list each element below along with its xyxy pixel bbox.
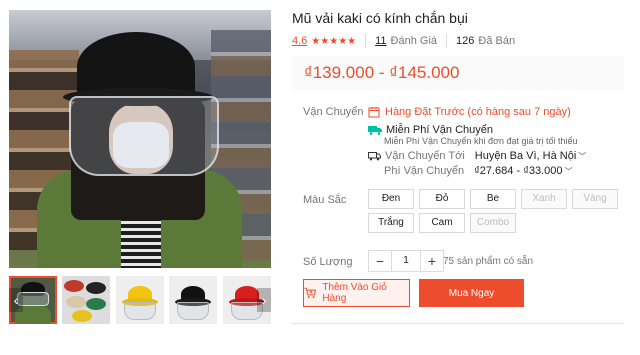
rating-value[interactable]: 4.6 [292, 35, 307, 47]
quantity-label: Số Lượng [303, 256, 353, 268]
price-range: ₫139.000 - ₫145.000 [304, 63, 460, 82]
buy-now-button[interactable]: Mua Ngay [419, 279, 524, 307]
cart-icon [304, 287, 317, 299]
sold-count: 126 [456, 35, 475, 47]
shipping-truck-icon [368, 152, 381, 161]
free-shipping-truck-icon [368, 126, 382, 135]
color-option-den[interactable]: Đen [368, 189, 414, 209]
product-main-image[interactable] [9, 10, 271, 268]
color-option-combo[interactable]: Combo [470, 213, 516, 233]
add-to-cart-button[interactable]: Thêm Vào Giỏ Hàng [303, 279, 410, 307]
chevron-down-icon: ﹀ [578, 151, 587, 161]
gallery-prev-icon[interactable]: ‹ [9, 288, 23, 312]
sold-label: Đã Bán [478, 35, 516, 47]
stock-available: 75 sản phẩm có sẵn [443, 256, 534, 267]
thumbnail-3[interactable] [116, 276, 164, 324]
stats-divider [446, 34, 448, 48]
color-option-trang[interactable]: Trắng [368, 213, 414, 233]
thumbnail-strip: ‹ › [9, 276, 271, 324]
ship-fee-row: Phí Vận Chuyển ₫27.684 - ₫33.000 ﹀ [384, 165, 572, 177]
color-label: Màu Sắc [303, 194, 347, 206]
preorder-row: Hàng Đặt Trước (có hàng sau 7 ngày) [368, 106, 571, 118]
thumbnail-2[interactable] [62, 276, 110, 324]
ship-fee-value: ₫27.684 - ₫33.000 [474, 165, 563, 177]
color-option-xanh[interactable]: Xanh [521, 189, 567, 209]
reviews-label: Đánh Giá [390, 35, 438, 47]
product-title: Mũ vải kaki có kính chắn bụi [292, 10, 468, 26]
reviews-count[interactable]: 11 [375, 35, 386, 47]
shipping-label: Vận Chuyển [303, 106, 364, 118]
preorder-text: Hàng Đặt Trước (có hàng sau 7 ngày) [385, 106, 571, 118]
quantity-stepper: − 1 + [368, 250, 444, 272]
color-option-vang[interactable]: Vàng [572, 189, 618, 209]
stats-divider [365, 34, 367, 48]
free-shipping-desc: Miễn Phí Vận Chuyển khi đơn đạt giá trị … [384, 136, 578, 146]
ship-fee-selector[interactable]: ₫27.684 - ₫33.000 ﹀ [474, 165, 572, 177]
color-option-do[interactable]: Đỏ [419, 189, 465, 209]
ship-to-value: Huyện Ba Vì, Hà Nội [474, 150, 577, 162]
chevron-down-icon: ﹀ [564, 166, 573, 176]
section-divider [292, 323, 624, 324]
quantity-decrease-button[interactable]: − [369, 251, 391, 271]
color-option-be[interactable]: Be [470, 189, 516, 209]
thumbnail-4[interactable] [169, 276, 217, 324]
ship-to-label: Vận Chuyển Tới [385, 150, 465, 162]
color-option-cam[interactable]: Cam [419, 213, 465, 233]
ship-to-row: Vận Chuyển Tới Huyện Ba Vì, Hà Nội ﹀ [368, 150, 586, 162]
calendar-icon [368, 107, 380, 118]
free-shipping-title: Miễn Phí Vận Chuyển [386, 124, 494, 136]
quantity-input[interactable]: 1 [391, 251, 421, 271]
quantity-increase-button[interactable]: + [421, 251, 443, 271]
ship-fee-label: Phí Vận Chuyển [384, 165, 465, 177]
price-box: ₫139.000 - ₫145.000 [292, 56, 624, 90]
free-shipping-row: Miễn Phí Vận Chuyển [368, 124, 493, 136]
ship-to-selector[interactable]: Huyện Ba Vì, Hà Nội ﹀ [475, 150, 587, 162]
rating-stars-icon: ★★★★★ [311, 35, 357, 47]
product-stats: 4.6 ★★★★★ 11 Đánh Giá 126 Đã Bán [292, 34, 515, 48]
gallery-next-icon[interactable]: › [257, 288, 271, 312]
add-to-cart-label: Thêm Vào Giỏ Hàng [322, 282, 387, 304]
